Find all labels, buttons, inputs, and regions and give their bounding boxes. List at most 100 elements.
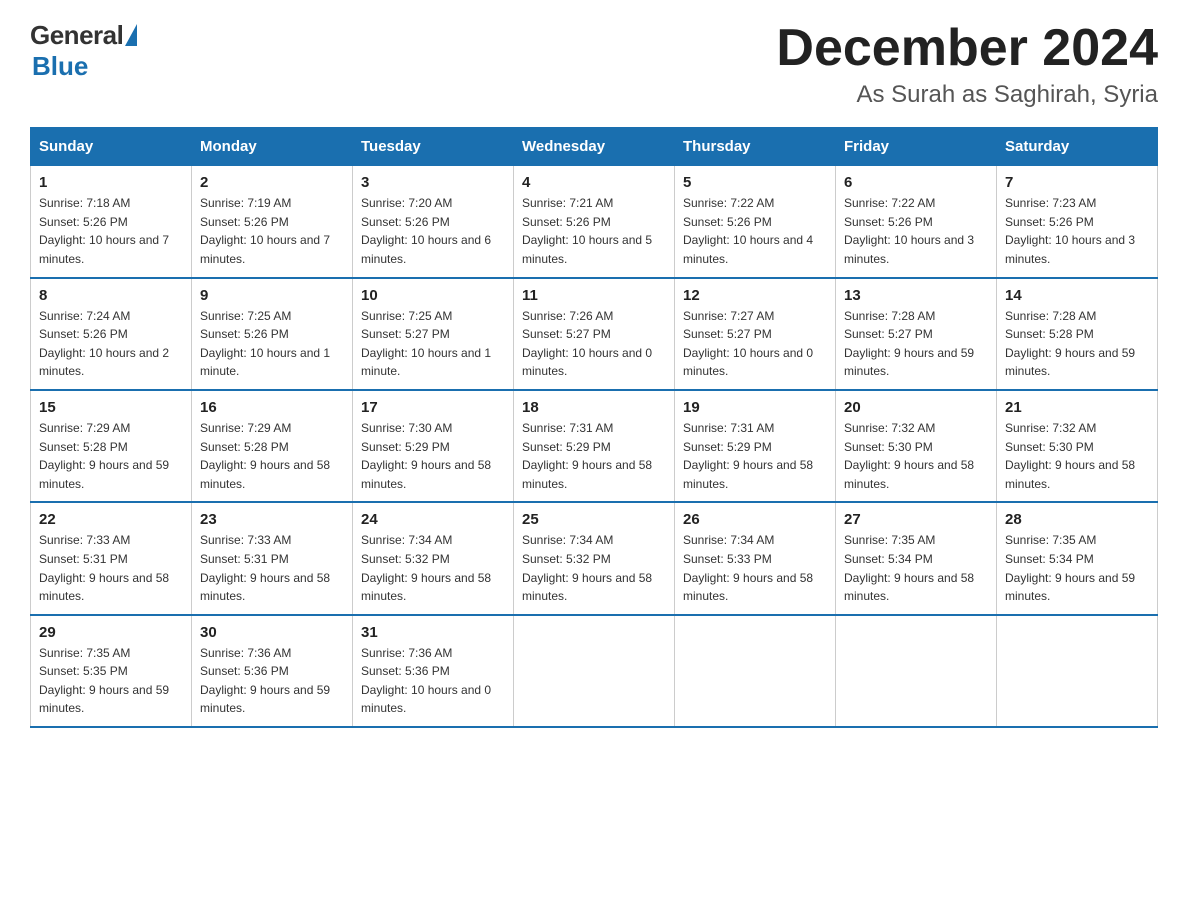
day-info: Sunrise: 7:32 AMSunset: 5:30 PMDaylight:… [844, 419, 988, 493]
day-number: 17 [361, 399, 505, 416]
day-info: Sunrise: 7:25 AMSunset: 5:26 PMDaylight:… [200, 307, 344, 381]
day-info: Sunrise: 7:24 AMSunset: 5:26 PMDaylight:… [39, 307, 183, 381]
header-tuesday: Tuesday [353, 128, 514, 166]
calendar-cell: 26 Sunrise: 7:34 AMSunset: 5:33 PMDayligh… [675, 502, 836, 614]
calendar-cell: 17 Sunrise: 7:30 AMSunset: 5:29 PMDayligh… [353, 390, 514, 502]
day-number: 11 [522, 287, 666, 304]
day-number: 3 [361, 174, 505, 191]
day-info: Sunrise: 7:34 AMSunset: 5:33 PMDaylight:… [683, 531, 827, 605]
calendar-cell: 6 Sunrise: 7:22 AMSunset: 5:26 PMDaylight… [836, 166, 997, 278]
day-number: 30 [200, 624, 344, 641]
day-number: 5 [683, 174, 827, 191]
calendar-week-row: 8Sunrise: 7:24 AMSunset: 5:26 PMDaylight… [31, 278, 1158, 390]
day-info: Sunrise: 7:18 AMSunset: 5:26 PMDaylight:… [39, 194, 183, 268]
calendar-week-row: 15 Sunrise: 7:29 AMSunset: 5:28 PMDayligh… [31, 390, 1158, 502]
day-info: Sunrise: 7:26 AMSunset: 5:27 PMDaylight:… [522, 307, 666, 381]
calendar-cell: 15 Sunrise: 7:29 AMSunset: 5:28 PMDayligh… [31, 390, 192, 502]
day-number: 7 [1005, 174, 1149, 191]
day-info: Sunrise: 7:35 AMSunset: 5:35 PMDaylight:… [39, 644, 183, 718]
header-friday: Friday [836, 128, 997, 166]
day-info: Sunrise: 7:22 AMSunset: 5:26 PMDaylight:… [683, 194, 827, 268]
calendar-cell: 14Sunrise: 7:28 AMSunset: 5:28 PMDayligh… [997, 278, 1158, 390]
day-info: Sunrise: 7:31 AMSunset: 5:29 PMDaylight:… [522, 419, 666, 493]
day-info: Sunrise: 7:33 AMSunset: 5:31 PMDaylight:… [39, 531, 183, 605]
day-number: 19 [683, 399, 827, 416]
day-info: Sunrise: 7:34 AMSunset: 5:32 PMDaylight:… [522, 531, 666, 605]
calendar-cell: 3 Sunrise: 7:20 AMSunset: 5:26 PMDaylight… [353, 166, 514, 278]
day-number: 6 [844, 174, 988, 191]
calendar-cell: 22 Sunrise: 7:33 AMSunset: 5:31 PMDayligh… [31, 502, 192, 614]
header-sunday: Sunday [31, 128, 192, 166]
day-info: Sunrise: 7:19 AMSunset: 5:26 PMDaylight:… [200, 194, 344, 268]
day-number: 24 [361, 511, 505, 528]
header-wednesday: Wednesday [514, 128, 675, 166]
logo-blue-text: Blue [32, 51, 88, 82]
day-number: 27 [844, 511, 988, 528]
day-info: Sunrise: 7:21 AMSunset: 5:26 PMDaylight:… [522, 194, 666, 268]
calendar-cell: 21 Sunrise: 7:32 AMSunset: 5:30 PMDayligh… [997, 390, 1158, 502]
calendar-cell: 9 Sunrise: 7:25 AMSunset: 5:26 PMDaylight… [192, 278, 353, 390]
month-title: December 2024 [776, 20, 1158, 77]
calendar-week-row: 29 Sunrise: 7:35 AMSunset: 5:35 PMDayligh… [31, 615, 1158, 727]
calendar-cell: 29 Sunrise: 7:35 AMSunset: 5:35 PMDayligh… [31, 615, 192, 727]
day-number: 12 [683, 287, 827, 304]
day-number: 1 [39, 174, 183, 191]
day-info: Sunrise: 7:36 AMSunset: 5:36 PMDaylight:… [200, 644, 344, 718]
page-header: General Blue December 2024 As Surah as S… [30, 20, 1158, 109]
day-number: 18 [522, 399, 666, 416]
day-number: 29 [39, 624, 183, 641]
day-number: 26 [683, 511, 827, 528]
calendar-cell: 28Sunrise: 7:35 AMSunset: 5:34 PMDayligh… [997, 502, 1158, 614]
day-number: 9 [200, 287, 344, 304]
day-info: Sunrise: 7:32 AMSunset: 5:30 PMDaylight:… [1005, 419, 1149, 493]
calendar-cell: 4Sunrise: 7:21 AMSunset: 5:26 PMDaylight… [514, 166, 675, 278]
calendar-cell: 20 Sunrise: 7:32 AMSunset: 5:30 PMDayligh… [836, 390, 997, 502]
calendar-table: SundayMondayTuesdayWednesdayThursdayFrid… [30, 127, 1158, 728]
calendar-cell: 18 Sunrise: 7:31 AMSunset: 5:29 PMDayligh… [514, 390, 675, 502]
calendar-cell [675, 615, 836, 727]
day-info: Sunrise: 7:20 AMSunset: 5:26 PMDaylight:… [361, 194, 505, 268]
calendar-cell: 12Sunrise: 7:27 AMSunset: 5:27 PMDayligh… [675, 278, 836, 390]
day-number: 21 [1005, 399, 1149, 416]
calendar-cell: 2 Sunrise: 7:19 AMSunset: 5:26 PMDaylight… [192, 166, 353, 278]
calendar-cell: 16Sunrise: 7:29 AMSunset: 5:28 PMDayligh… [192, 390, 353, 502]
location-title: As Surah as Saghirah, Syria [776, 81, 1158, 109]
calendar-cell: 13Sunrise: 7:28 AMSunset: 5:27 PMDayligh… [836, 278, 997, 390]
calendar-week-row: 1 Sunrise: 7:18 AMSunset: 5:26 PMDaylight… [31, 166, 1158, 278]
day-info: Sunrise: 7:29 AMSunset: 5:28 PMDaylight:… [200, 419, 344, 493]
calendar-cell: 11 Sunrise: 7:26 AMSunset: 5:27 PMDayligh… [514, 278, 675, 390]
calendar-header-row: SundayMondayTuesdayWednesdayThursdayFrid… [31, 128, 1158, 166]
day-info: Sunrise: 7:35 AMSunset: 5:34 PMDaylight:… [1005, 531, 1149, 605]
logo-triangle-icon [125, 24, 137, 46]
day-info: Sunrise: 7:34 AMSunset: 5:32 PMDaylight:… [361, 531, 505, 605]
day-number: 25 [522, 511, 666, 528]
day-number: 2 [200, 174, 344, 191]
day-number: 22 [39, 511, 183, 528]
calendar-cell [514, 615, 675, 727]
calendar-cell: 7Sunrise: 7:23 AMSunset: 5:26 PMDaylight… [997, 166, 1158, 278]
day-number: 23 [200, 511, 344, 528]
day-info: Sunrise: 7:30 AMSunset: 5:29 PMDaylight:… [361, 419, 505, 493]
logo-general-text: General [30, 20, 123, 51]
calendar-cell: 5 Sunrise: 7:22 AMSunset: 5:26 PMDaylight… [675, 166, 836, 278]
day-info: Sunrise: 7:31 AMSunset: 5:29 PMDaylight:… [683, 419, 827, 493]
day-number: 13 [844, 287, 988, 304]
day-info: Sunrise: 7:28 AMSunset: 5:28 PMDaylight:… [1005, 307, 1149, 381]
day-number: 15 [39, 399, 183, 416]
day-info: Sunrise: 7:22 AMSunset: 5:26 PMDaylight:… [844, 194, 988, 268]
header-monday: Monday [192, 128, 353, 166]
day-number: 20 [844, 399, 988, 416]
day-info: Sunrise: 7:35 AMSunset: 5:34 PMDaylight:… [844, 531, 988, 605]
calendar-cell [997, 615, 1158, 727]
header-saturday: Saturday [997, 128, 1158, 166]
day-info: Sunrise: 7:29 AMSunset: 5:28 PMDaylight:… [39, 419, 183, 493]
header-thursday: Thursday [675, 128, 836, 166]
calendar-cell: 23 Sunrise: 7:33 AMSunset: 5:31 PMDayligh… [192, 502, 353, 614]
calendar-cell: 31Sunrise: 7:36 AMSunset: 5:36 PMDayligh… [353, 615, 514, 727]
calendar-week-row: 22 Sunrise: 7:33 AMSunset: 5:31 PMDayligh… [31, 502, 1158, 614]
day-info: Sunrise: 7:33 AMSunset: 5:31 PMDaylight:… [200, 531, 344, 605]
day-number: 31 [361, 624, 505, 641]
calendar-cell: 24 Sunrise: 7:34 AMSunset: 5:32 PMDayligh… [353, 502, 514, 614]
day-info: Sunrise: 7:25 AMSunset: 5:27 PMDaylight:… [361, 307, 505, 381]
calendar-cell: 8Sunrise: 7:24 AMSunset: 5:26 PMDaylight… [31, 278, 192, 390]
